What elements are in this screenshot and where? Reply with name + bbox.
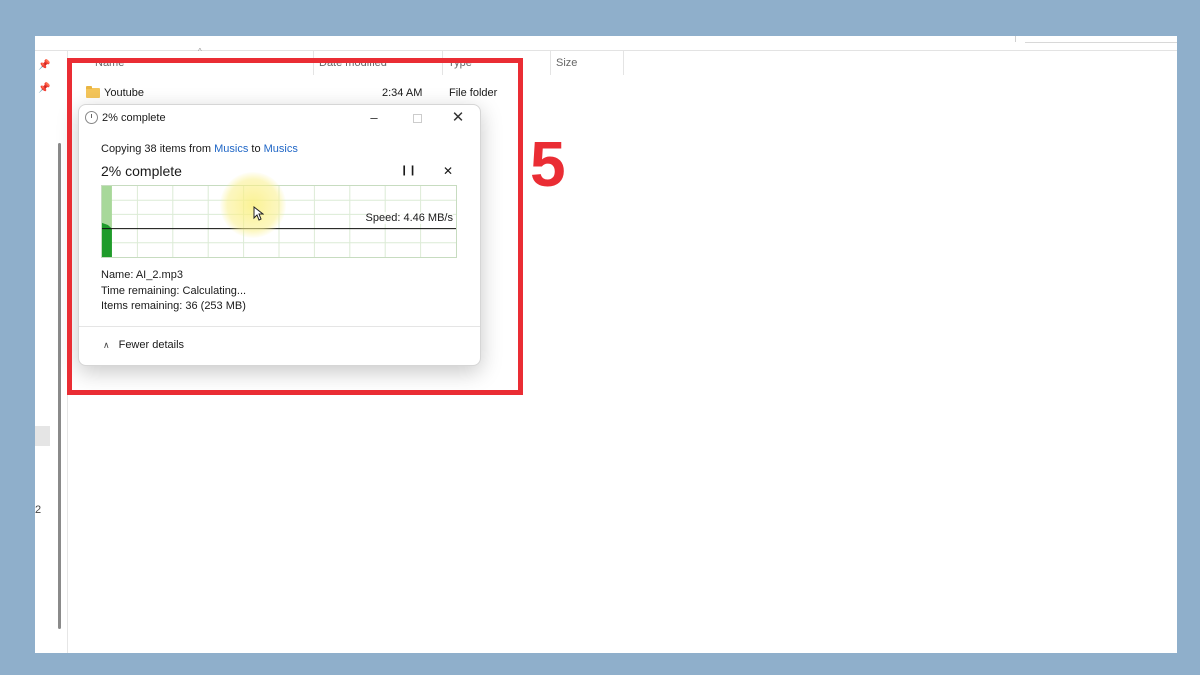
column-header-size[interactable]: Size — [556, 57, 577, 69]
sort-caret-icon: ^ — [198, 47, 202, 56]
navigation-pane: 📌 📌 2 — [35, 51, 68, 653]
pin-icon[interactable]: 📌 — [38, 83, 50, 94]
highlight-frame — [67, 58, 523, 395]
toolbar-strip — [35, 36, 1177, 51]
nav-scrollbar[interactable] — [58, 143, 61, 629]
nav-item-label: 2 — [35, 504, 42, 516]
nav-selected-item[interactable] — [35, 426, 50, 446]
step-number-label: 5 — [530, 128, 566, 200]
pin-icon[interactable]: 📌 — [38, 60, 50, 71]
